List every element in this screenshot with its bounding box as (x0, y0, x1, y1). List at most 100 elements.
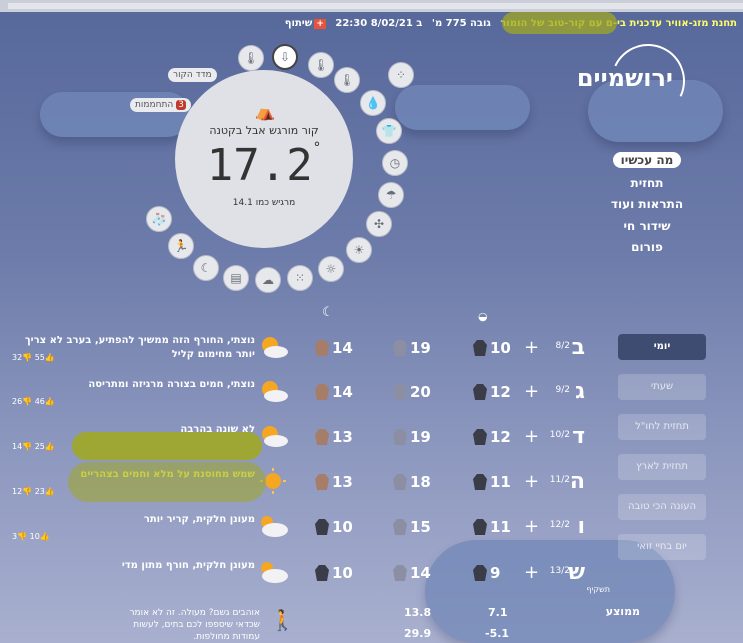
site-logo[interactable]: ירושמיים (577, 64, 673, 92)
plus-icon: + (314, 19, 326, 29)
tab-abroad[interactable]: תחזית לחו"ל (618, 414, 706, 440)
running-person-icon[interactable]: 🏃 (168, 233, 194, 259)
day-letter: ה (569, 469, 585, 494)
day-letter: ב (571, 335, 585, 360)
download-icon[interactable]: ⇩ (272, 44, 298, 70)
thermometer-icon[interactable]: 🌡 (334, 67, 360, 93)
like-dislike[interactable]: 12👎 23👍 (12, 487, 55, 496)
share-button[interactable]: +שיתוף (279, 18, 326, 29)
expand-plus-icon[interactable]: + (524, 516, 539, 537)
car-cloud-icon[interactable]: ☁ (255, 267, 281, 293)
dust-icon[interactable]: ⁙ (287, 265, 313, 291)
day-letter: ג (575, 379, 585, 404)
nav-now[interactable]: מה עכשיו (587, 152, 707, 168)
forecast-row[interactable]: ב 8/2 +10 19 14 נוצתי, החורף הזה ממשיך להפתיע… (0, 329, 610, 369)
cold-meter-pill[interactable]: מדד הקור (168, 68, 217, 82)
yellow-scribble (72, 432, 262, 460)
warming-pill[interactable]: 3 התחממות (130, 98, 191, 112)
shirt-icon (392, 428, 408, 446)
forecast-row[interactable]: ש 13/2 +9 14 10 מעונן חלקית, חורף מתון מדי (0, 554, 610, 594)
expand-plus-icon[interactable]: + (524, 471, 539, 492)
day-min-temp: 10 (490, 339, 511, 357)
expand-plus-icon[interactable]: + (524, 381, 539, 402)
forecast-row[interactable]: ו 12/2 +11 15 10 מעונן חלקית, קריר יותר 3👎 10👍 (0, 508, 610, 548)
rain-cloud-icon[interactable]: ☂ (378, 182, 404, 208)
moon-icon[interactable]: ☾ (193, 255, 219, 281)
day-max-temp: 15 (410, 518, 431, 536)
coat-icon (472, 518, 488, 536)
avg-low: 7.1 (488, 606, 508, 619)
gauge-icon[interactable]: ◷ (382, 150, 408, 176)
jacket-icon (314, 564, 330, 582)
sunrise-column-icon: ◒ (478, 310, 488, 323)
cloud-decoration (395, 85, 530, 130)
record-high: 29.9 (404, 627, 432, 640)
avg-label: ממוצע (605, 605, 640, 618)
person-umbrella-icon: 🚶 (270, 608, 295, 632)
like-dislike[interactable]: 26👎 46👍 (12, 397, 55, 406)
night-temp: 10 (332, 518, 353, 536)
night-temp: 14 (332, 339, 353, 357)
tab-best-season[interactable]: העונה הכי טובה (618, 494, 706, 520)
nav-live[interactable]: שידור חי (587, 219, 707, 233)
promo-text[interactable]: אוהבים גשם? מעולה. זה לא אומר שכדאי שיספ… (124, 607, 260, 643)
day-max-temp: 14 (410, 564, 431, 582)
shirt-icon (392, 518, 408, 536)
coat-icon: ⛺ (255, 102, 275, 121)
expand-plus-icon[interactable]: + (524, 337, 539, 358)
weather-icon (256, 512, 290, 540)
day-max-temp: 18 (410, 473, 431, 491)
day-letter: ו (577, 514, 585, 539)
uv-icon[interactable]: ☼ (318, 256, 344, 282)
date: 12/2 (549, 520, 570, 530)
jacket-icon (314, 383, 330, 401)
thermometer-icon[interactable]: 🌡 (238, 45, 264, 71)
sun-icon[interactable]: ☀ (346, 237, 372, 263)
like-dislike[interactable]: 32👎 55👍 (12, 353, 55, 362)
day-min-temp: 11 (490, 518, 511, 536)
expand-plus-icon[interactable]: + (524, 426, 539, 447)
day-letter: ש (568, 560, 585, 585)
day-min-temp: 9 (490, 564, 501, 582)
clothes-icon[interactable]: 👕 (376, 118, 402, 144)
tab-country[interactable]: תחזית לארץ (618, 454, 706, 480)
forecast-row[interactable]: ג 9/2 +12 20 14 נוצתי, חמים בצורה מרגיזה ומתר… (0, 373, 610, 413)
nav-forecast[interactable]: תחזית (587, 176, 707, 190)
tab-hourly[interactable]: שעתי (618, 374, 706, 400)
weather-icon (256, 333, 290, 361)
grid-icon[interactable]: ⁘ (388, 62, 414, 88)
shirt-icon (392, 473, 408, 491)
tab-zoe-day[interactable]: יום בחיי זואי (618, 534, 706, 560)
forecast-description: מעונן חלקית, חורף מתון מדי (121, 560, 255, 571)
date: 13/2 (549, 566, 570, 576)
calendar-icon[interactable]: ▤ (223, 265, 249, 291)
day-letter: ד (572, 424, 585, 449)
day-min-temp: 11 (490, 473, 511, 491)
socks-icon[interactable]: 🧦 (146, 206, 172, 232)
wind-fan-icon[interactable]: ✣ (366, 211, 392, 237)
yellow-scribble (502, 12, 617, 34)
coat-icon (472, 564, 488, 582)
alerts-badge: 3 (176, 100, 186, 110)
coat-icon (472, 339, 488, 357)
day-max-temp: 20 (410, 383, 431, 401)
nav-alerts[interactable]: התראות ועוד (587, 197, 707, 211)
shirt-icon (392, 383, 408, 401)
header-info: תחנת מזג-אוויר עדכנית בי-ם עם קור-טוב של… (2, 18, 737, 34)
thermometer-icon[interactable]: 🌡 (308, 52, 334, 78)
date: 11/2 (549, 475, 570, 485)
like-dislike[interactable]: 3👎 10👍 (12, 532, 50, 541)
forecast-description: נוצתי, חמים בצורה מרגיזה ומתריסה (88, 379, 255, 390)
moon-column-icon: ☾ (322, 305, 334, 320)
nav-forum[interactable]: פורום (587, 240, 707, 254)
jacket-icon (314, 518, 330, 536)
browser-top-strip (0, 0, 743, 12)
shirt-icon (392, 339, 408, 357)
day-max-temp: 19 (410, 339, 431, 357)
like-dislike[interactable]: 14👎 25👍 (12, 442, 55, 451)
tab-daily[interactable]: יומי (618, 334, 706, 360)
drop-icon[interactable]: 💧 (360, 90, 386, 116)
coat-icon (472, 473, 488, 491)
coat-icon (472, 383, 488, 401)
expand-plus-icon[interactable]: + (524, 562, 539, 583)
